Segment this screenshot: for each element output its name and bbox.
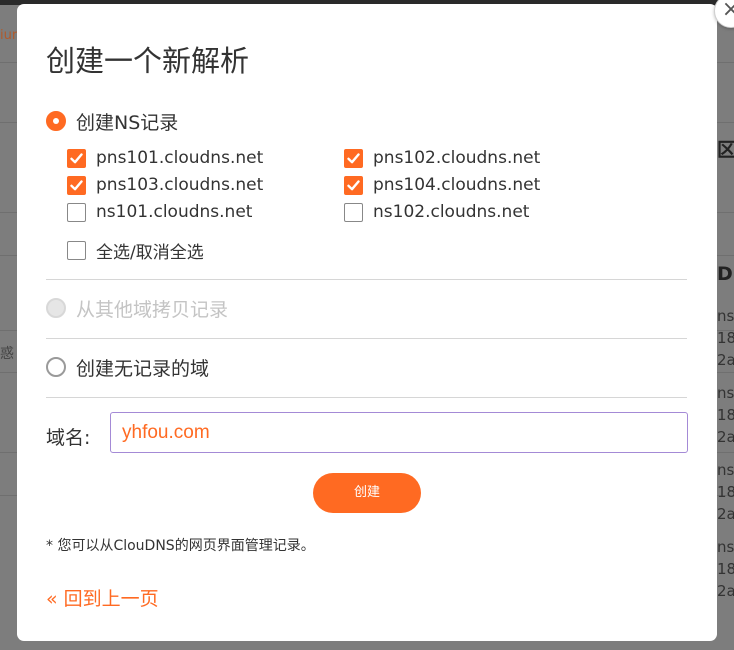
section-divider — [46, 397, 687, 398]
section-divider — [46, 279, 687, 280]
background-text: 18 — [717, 483, 734, 501]
background-text: ns1 — [717, 538, 734, 556]
background-text: ns1 — [717, 384, 734, 402]
checkbox-unchecked-icon[interactable] — [67, 240, 86, 260]
domain-input[interactable] — [110, 412, 688, 453]
checkbox-label: pns101.cloudns.net — [96, 148, 264, 168]
checkbox-label: pns104.cloudns.net — [373, 175, 541, 195]
back-link[interactable]: « 回到上一页 — [46, 584, 159, 611]
background-text: 2a — [717, 582, 734, 600]
create-zone-modal: × 创建一个新解析 创建NS记录 pns101.cloudns.net pns1… — [17, 0, 734, 641]
checkbox-label: pns103.cloudns.net — [96, 175, 264, 195]
background-text: 18 — [717, 406, 734, 424]
select-all-checkbox[interactable]: 全选/取消全选 — [67, 239, 204, 263]
checkbox-unchecked-icon[interactable] — [67, 202, 86, 222]
create-button[interactable]: 创建 — [313, 473, 421, 513]
nameserver-checkbox[interactable]: pns102.cloudns.net — [344, 147, 540, 169]
checkbox-checked-icon[interactable] — [344, 148, 363, 168]
radio-no-records[interactable]: 创建无记录的域 — [46, 355, 210, 380]
radio-label: 从其他域拷贝记录 — [76, 298, 229, 321]
radio-label: 创建NS记录 — [76, 111, 179, 134]
nameserver-checkbox[interactable]: pns101.cloudns.net — [67, 147, 263, 169]
checkbox-checked-icon[interactable] — [67, 148, 86, 168]
info-note: * 您可以从ClouDNS的网页界面管理记录。 — [46, 538, 315, 554]
nameserver-checkbox[interactable]: ns101.cloudns.net — [67, 201, 252, 223]
background-text: 18 — [717, 329, 734, 347]
checkbox-label: ns101.cloudns.net — [96, 202, 253, 222]
checkbox-checked-icon[interactable] — [67, 175, 86, 195]
section-divider — [46, 338, 687, 339]
checkbox-unchecked-icon[interactable] — [344, 202, 363, 222]
background-text: ns1 — [717, 461, 734, 479]
background-text: iur — [0, 28, 18, 43]
background-text: 区 — [717, 139, 734, 161]
modal-title: 创建一个新解析 — [46, 44, 250, 78]
radio-copy-records: 从其他域拷贝记录 — [46, 296, 229, 321]
nameserver-checkbox[interactable]: ns102.cloudns.net — [344, 201, 529, 223]
background-text: 2a — [717, 505, 734, 523]
checkbox-label: ns102.cloudns.net — [373, 202, 530, 222]
radio-button[interactable] — [46, 357, 66, 377]
background-text: 2a — [717, 351, 734, 369]
domain-label: 域名: — [46, 427, 91, 449]
radio-ns-records[interactable]: 创建NS记录 — [46, 109, 179, 134]
background-text: D — [717, 263, 733, 285]
nameserver-checkbox[interactable]: pns104.cloudns.net — [344, 174, 540, 196]
nameserver-checkbox[interactable]: pns103.cloudns.net — [67, 174, 263, 196]
background-right-column: 区 D ns1 18 2a ns1 18 2a ns1 18 2a ns1 18… — [716, 0, 734, 650]
radio-button — [46, 298, 66, 318]
checkbox-label: 全选/取消全选 — [96, 242, 204, 263]
checkbox-label: pns102.cloudns.net — [373, 148, 541, 168]
radio-label: 创建无记录的域 — [76, 357, 210, 380]
background-text: 惑 — [0, 346, 14, 362]
background-text: ns1 — [717, 307, 734, 325]
background-text: 2a — [717, 428, 734, 446]
radio-button[interactable] — [46, 111, 66, 131]
background-text: 18 — [717, 560, 734, 578]
checkbox-checked-icon[interactable] — [344, 175, 363, 195]
